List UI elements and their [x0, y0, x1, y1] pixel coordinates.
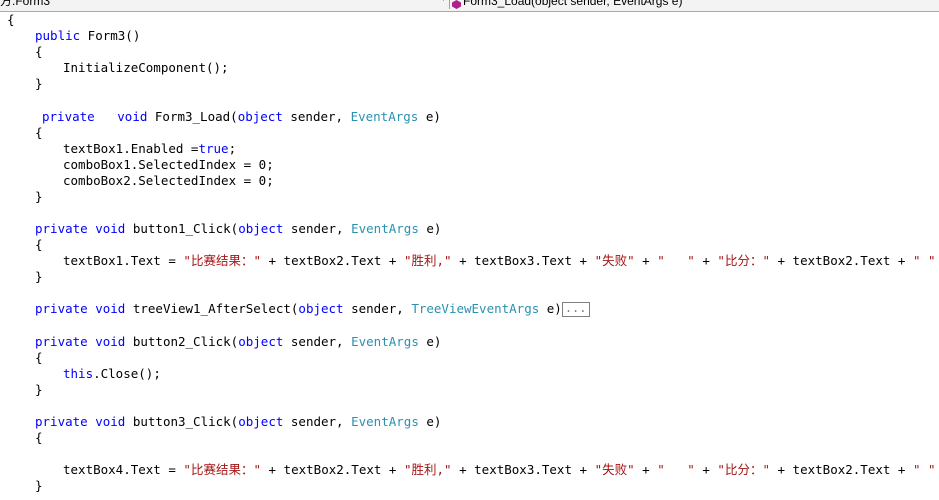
code-line: public Form3() — [35, 28, 141, 43]
code-line: { — [35, 430, 43, 445]
code-line: } — [35, 269, 43, 284]
code-line: textBox4.Text = "比赛结果：" + textBox2.Text … — [63, 462, 936, 477]
code-line: { — [35, 44, 43, 59]
keyword: public — [35, 28, 81, 43]
chevron-down-icon[interactable]: ▼ — [441, 0, 449, 2]
code-line: { — [7, 12, 15, 27]
member-selector-label: Form3_Load(object sender, EventArgs e) — [463, 0, 683, 8]
code-line: textBox1.Enabled =true; — [63, 141, 237, 156]
code-line: private void Form3_Load(object sender, E… — [42, 109, 441, 124]
code-line: { — [35, 125, 43, 140]
code-line: { — [35, 350, 43, 365]
code-line: this.Close(); — [63, 366, 161, 381]
member-selector-dropdown[interactable]: Form3_Load(object sender, EventArgs e) — [452, 0, 683, 10]
code-line: comboBox1.SelectedIndex = 0; — [63, 157, 274, 172]
code-line: textBox1.Text = "比赛结果：" + textBox2.Text … — [63, 253, 936, 268]
code-line: private void button2_Click(object sender… — [35, 334, 442, 349]
code-line: } — [35, 189, 43, 204]
code-line: } — [35, 382, 43, 397]
method-icon — [452, 0, 461, 10]
code-line: private void button3_Click(object sender… — [35, 414, 442, 429]
code-line: comboBox2.SelectedIndex = 0; — [63, 173, 274, 188]
collapsed-region-button[interactable]: ... — [561, 302, 590, 317]
type-selector-dropdown[interactable]: 方.Form3 ▼ — [0, 0, 450, 9]
code-line: } — [35, 76, 43, 91]
code-line: } — [35, 478, 43, 493]
code-line: InitializeComponent(); — [63, 60, 229, 75]
type-selector-label: 方.Form3 — [0, 0, 51, 8]
code-line: private void treeView1_AfterSelect(objec… — [35, 301, 590, 317]
code-line: { — [35, 237, 43, 252]
code-line: private void button1_Click(object sender… — [35, 221, 442, 236]
navigation-bar: 方.Form3 ▼ Form3_Load(object sender, Even… — [0, 0, 939, 12]
